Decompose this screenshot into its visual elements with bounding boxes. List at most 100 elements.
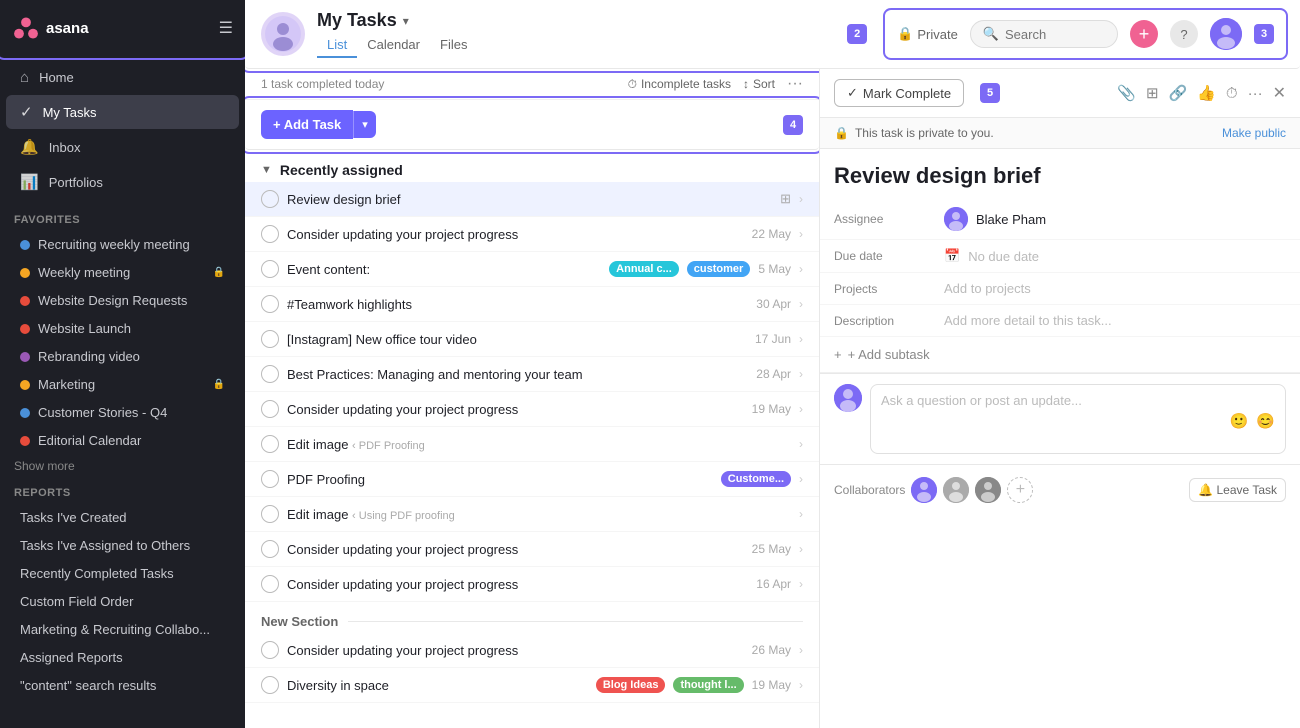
search-box[interactable]: 🔍 [970, 20, 1118, 48]
task-expand-icon[interactable]: › [799, 507, 803, 521]
task-expand-icon[interactable]: › [799, 437, 803, 451]
comment-input-box[interactable]: Ask a question or post an update... 🙂 😊 [870, 384, 1286, 454]
section-caret[interactable]: ▼ [261, 164, 272, 176]
task-check-button[interactable] [261, 505, 279, 523]
sidebar-item-inbox[interactable]: 🔔 Inbox [6, 130, 239, 164]
task-expand-icon[interactable]: › [799, 643, 803, 657]
task-check-button[interactable] [261, 330, 279, 348]
leave-task-button[interactable]: 🔔 Leave Task [1189, 478, 1286, 502]
sidebar-report-item[interactable]: Recently Completed Tasks [6, 560, 239, 587]
task-check-button[interactable] [261, 190, 279, 208]
emoji-happy-icon[interactable]: 😊 [1256, 412, 1275, 430]
tab-list[interactable]: List [317, 35, 357, 58]
projects-value[interactable]: Add to projects [944, 281, 1031, 296]
add-task-dropdown-button[interactable]: ▾ [353, 111, 376, 138]
task-row[interactable]: Consider updating your project progress … [245, 633, 819, 668]
incomplete-tasks-button[interactable]: ⏱ Incomplete tasks [628, 77, 731, 92]
like-icon[interactable]: 👍 [1197, 84, 1216, 102]
sidebar-report-item[interactable]: Tasks I've Created [6, 504, 239, 531]
search-input[interactable] [1005, 27, 1105, 42]
hamburger-icon[interactable]: ☰ [219, 18, 233, 38]
comment-placeholder: Ask a question or post an update... [881, 393, 1275, 408]
task-row[interactable]: Consider updating your project progress … [245, 532, 819, 567]
task-check-button[interactable] [261, 260, 279, 278]
make-public-button[interactable]: Make public [1222, 126, 1286, 140]
sidebar-report-item[interactable]: "content" search results [6, 672, 239, 699]
subtask-icon[interactable]: ⊞ [1146, 84, 1159, 102]
sidebar-fav-item-recruiting[interactable]: Recruiting weekly meeting [6, 231, 239, 258]
task-row[interactable]: #Teamwork highlights 30 Apr › [245, 287, 819, 322]
add-collaborator-button[interactable]: + [1007, 477, 1033, 503]
task-expand-icon[interactable]: › [799, 227, 803, 241]
due-date-value[interactable]: 📅 No due date [944, 248, 1039, 264]
sidebar-report-item[interactable]: Custom Field Order [6, 588, 239, 615]
add-task-main-button[interactable]: + Add Task [261, 110, 353, 139]
task-check-button[interactable] [261, 540, 279, 558]
assignee-name: Blake Pham [976, 212, 1046, 227]
page-title-dropdown[interactable]: ▾ [403, 14, 409, 28]
emoji-smile-icon[interactable]: 🙂 [1230, 412, 1249, 430]
task-row[interactable]: [Instagram] New office tour video 17 Jun… [245, 322, 819, 357]
attach-icon[interactable]: 📎 [1117, 84, 1136, 102]
task-expand-icon[interactable]: › [799, 367, 803, 381]
task-expand-icon[interactable]: › [799, 332, 803, 346]
add-button[interactable]: + [1130, 20, 1158, 48]
task-expand-icon[interactable]: › [799, 192, 803, 206]
task-row[interactable]: Consider updating your project progress … [245, 217, 819, 252]
task-row[interactable]: Diversity in space Blog Ideasthought l..… [245, 668, 819, 703]
tab-calendar[interactable]: Calendar [357, 35, 430, 58]
task-check-button[interactable] [261, 575, 279, 593]
task-row[interactable]: PDF Proofing Custome... › [245, 462, 819, 497]
task-expand-icon[interactable]: › [799, 297, 803, 311]
task-check-button[interactable] [261, 365, 279, 383]
task-tag: customer [687, 261, 751, 277]
task-expand-icon[interactable]: › [799, 577, 803, 591]
user-avatar[interactable] [1210, 18, 1242, 50]
task-check-button[interactable] [261, 225, 279, 243]
sidebar-item-home[interactable]: ⌂ Home [6, 61, 239, 94]
timer-icon[interactable]: ⏱ [1226, 85, 1238, 102]
task-row[interactable]: Consider updating your project progress … [245, 567, 819, 602]
task-list-toolbar: + Add Task ▾ 4 [245, 100, 819, 150]
sidebar-report-item[interactable]: Marketing & Recruiting Collabo... [6, 616, 239, 643]
close-icon[interactable]: ✕ [1273, 83, 1286, 103]
task-expand-icon[interactable]: › [799, 678, 803, 692]
mark-complete-button[interactable]: ✓ Mark Complete [834, 79, 964, 107]
more-detail-icon[interactable]: ··· [1248, 85, 1263, 102]
task-expand-icon[interactable]: › [799, 472, 803, 486]
sort-button[interactable]: ↕ Sort [743, 77, 775, 91]
sidebar-fav-item-weekly[interactable]: Weekly meeting 🔒 [6, 259, 239, 286]
help-button[interactable]: ? [1170, 20, 1198, 48]
task-check-button[interactable] [261, 641, 279, 659]
task-row[interactable]: Best Practices: Managing and mentoring y… [245, 357, 819, 392]
sidebar-fav-item-customer-stories[interactable]: Customer Stories - Q4 [6, 399, 239, 426]
tab-files[interactable]: Files [430, 35, 477, 58]
more-options-button[interactable]: ··· [787, 75, 803, 93]
task-row[interactable]: Consider updating your project progress … [245, 392, 819, 427]
sidebar-report-item[interactable]: Tasks I've Assigned to Others [6, 532, 239, 559]
task-expand-icon[interactable]: › [799, 262, 803, 276]
sidebar-report-item[interactable]: Assigned Reports [6, 644, 239, 671]
task-row[interactable]: Event content: Annual c...customer 5 May… [245, 252, 819, 287]
task-row[interactable]: Review design brief ⊞ › [245, 182, 819, 217]
task-expand-icon[interactable]: › [799, 542, 803, 556]
sidebar-fav-item-rebranding[interactable]: Rebranding video [6, 343, 239, 370]
task-check-button[interactable] [261, 470, 279, 488]
show-more-button[interactable]: Show more [0, 455, 245, 477]
task-row[interactable]: Edit image ‹ Using PDF proofing › [245, 497, 819, 532]
task-expand-icon[interactable]: › [799, 402, 803, 416]
task-check-button[interactable] [261, 435, 279, 453]
task-check-button[interactable] [261, 400, 279, 418]
description-value[interactable]: Add more detail to this task... [944, 313, 1112, 328]
sidebar-fav-item-editorial[interactable]: Editorial Calendar [6, 427, 239, 454]
sidebar-fav-item-website-design[interactable]: Website Design Requests [6, 287, 239, 314]
task-check-button[interactable] [261, 676, 279, 694]
sidebar-item-portfolios[interactable]: 📊 Portfolios [6, 165, 239, 199]
link-icon[interactable]: 🔗 [1169, 84, 1188, 102]
sidebar-item-my-tasks[interactable]: ✓ My Tasks [6, 95, 239, 129]
task-row[interactable]: Edit image ‹ PDF Proofing › [245, 427, 819, 462]
sidebar-fav-item-marketing[interactable]: Marketing 🔒 [6, 371, 239, 398]
task-check-button[interactable] [261, 295, 279, 313]
add-subtask-button[interactable]: + + Add subtask [820, 337, 1300, 373]
sidebar-fav-item-website-launch[interactable]: Website Launch [6, 315, 239, 342]
